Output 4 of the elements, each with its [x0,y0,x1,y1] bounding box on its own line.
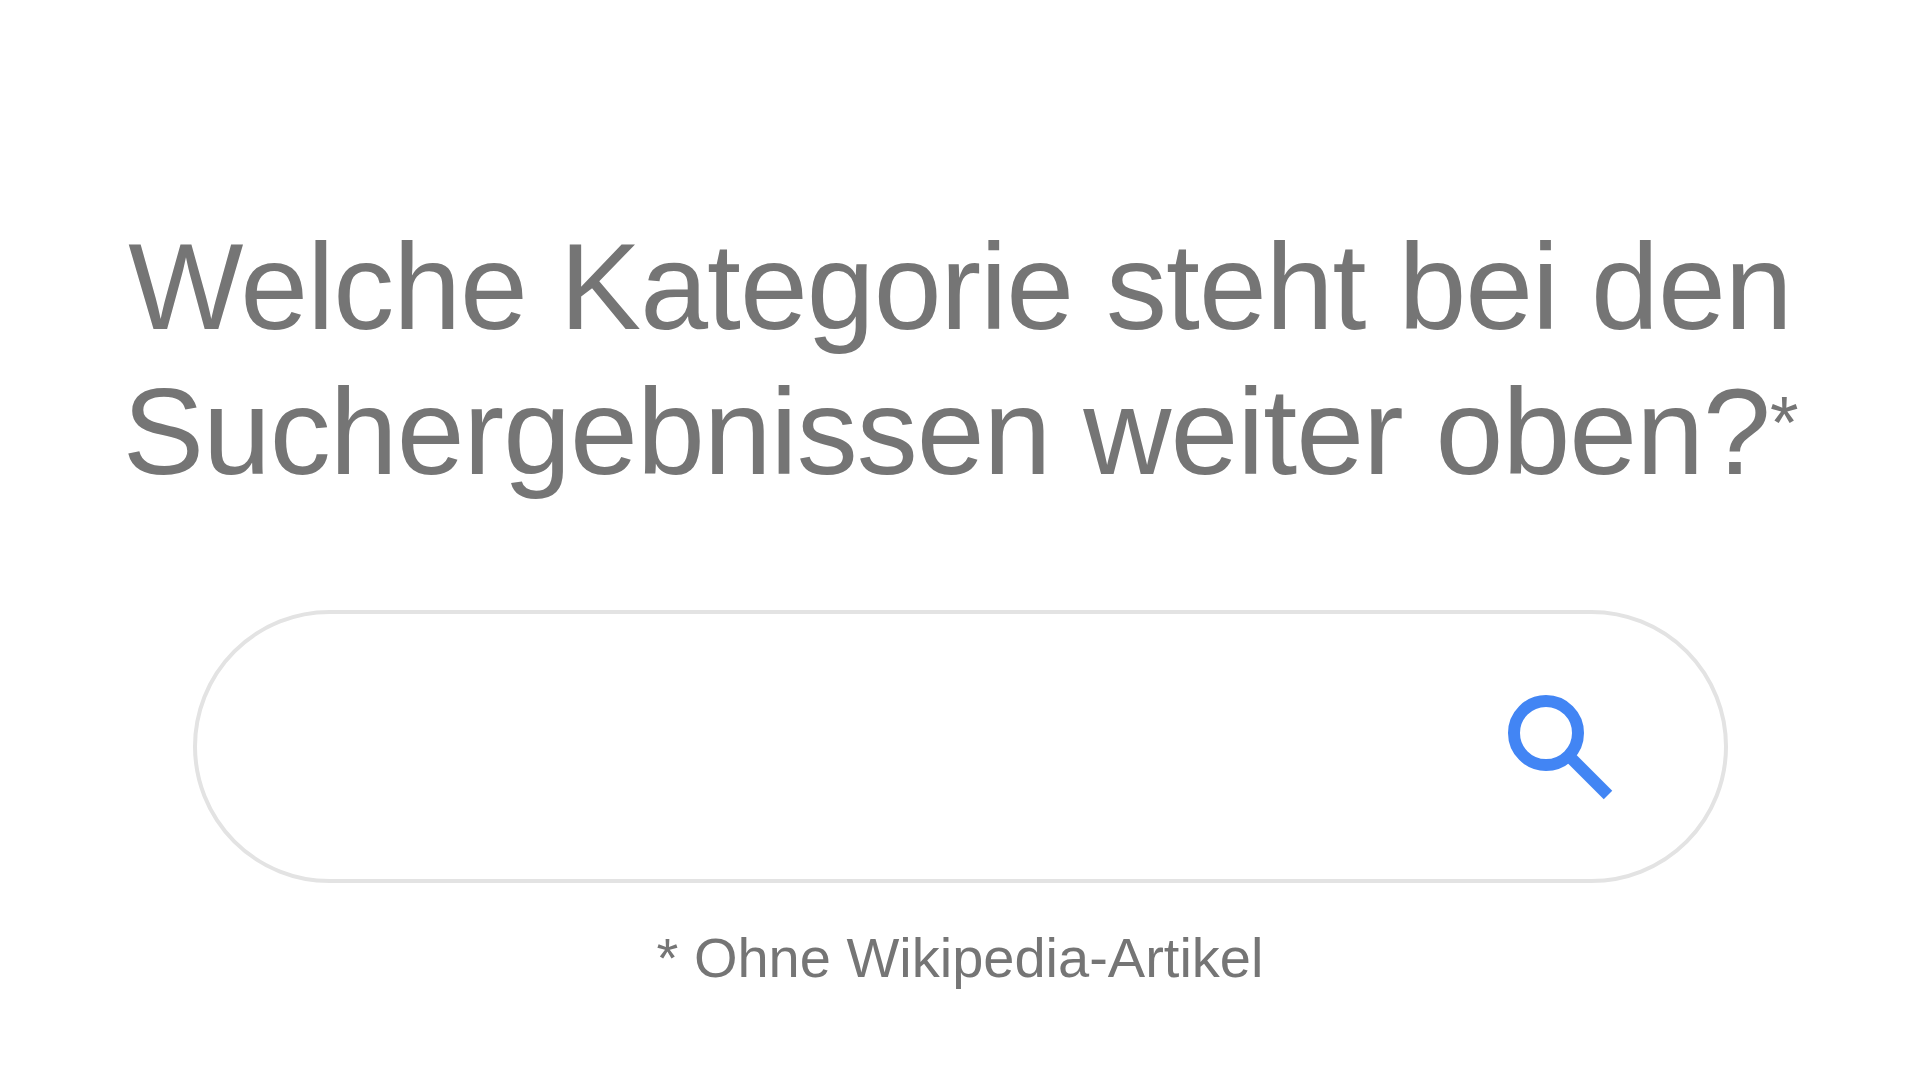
question-heading: Welche Kategorie steht bei den Suchergebnissen weiter oben?$^{*}$ [121,218,1799,502]
footnote: * Ohne Wikipedia-Artikel [656,925,1264,990]
search-button[interactable] [1505,692,1614,801]
search-icon [1505,692,1614,801]
